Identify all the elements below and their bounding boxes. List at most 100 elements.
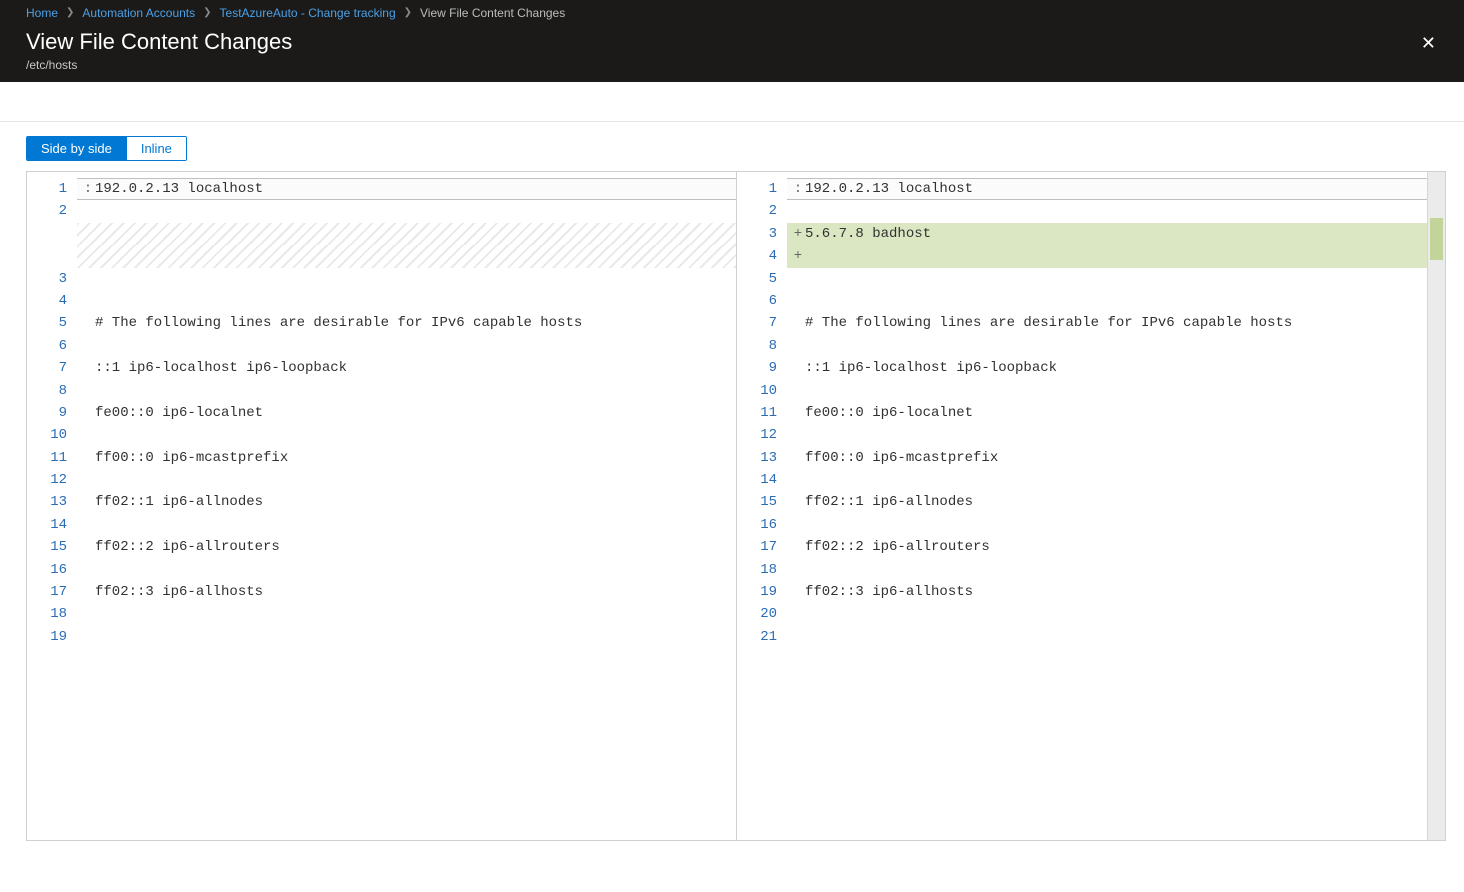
topbar: Home ❯ Automation Accounts ❯ TestAzureAu… — [0, 0, 1464, 82]
right-code-text: # The following lines are desirable for … — [805, 312, 1292, 334]
diff-marker: : — [793, 178, 803, 200]
left-code-text: ff00::0 ip6-mcastprefix — [95, 447, 288, 469]
left-code-row — [77, 335, 736, 357]
left-code-row — [77, 469, 736, 491]
titlebar: View File Content Changes /etc/hosts ✕ — [0, 26, 1464, 82]
tab-side-by-side[interactable]: Side by side — [27, 137, 126, 160]
close-button[interactable]: ✕ — [1413, 26, 1444, 60]
breadcrumb-current: View File Content Changes — [420, 4, 565, 22]
chevron-right-icon: ❯ — [66, 4, 74, 22]
left-code-text: ff02::1 ip6-allnodes — [95, 491, 263, 513]
right-line-number: 8 — [741, 335, 777, 357]
left-line-number: 15 — [31, 536, 67, 558]
right-code-row: # The following lines are desirable for … — [787, 312, 1427, 334]
right-line-number: 7 — [741, 312, 777, 334]
left-code-row: # The following lines are desirable for … — [77, 312, 736, 334]
left-line-number: 3 — [31, 268, 67, 290]
left-line-number: 2 — [31, 200, 67, 222]
right-code[interactable]: :192.0.2.13 localhost+5.6.7.8 badhost+# … — [787, 172, 1427, 840]
right-code-row — [787, 380, 1427, 402]
right-line-number: 10 — [741, 380, 777, 402]
left-line-number: 1 — [31, 178, 67, 200]
right-code-row — [787, 559, 1427, 581]
right-code-text: ::1 ip6-localhost ip6-loopback — [805, 357, 1057, 379]
breadcrumb-change-tracking[interactable]: TestAzureAuto - Change tracking — [220, 4, 396, 22]
right-line-number: 21 — [741, 626, 777, 648]
right-code-text: ff02::2 ip6-allrouters — [805, 536, 990, 558]
left-line-number: 17 — [31, 581, 67, 603]
right-line-number: 4 — [741, 245, 777, 267]
left-code-row: ff02::2 ip6-allrouters — [77, 536, 736, 558]
right-code-row — [787, 514, 1427, 536]
diff-right-pane: 123456789101112131415161718192021 :192.0… — [736, 172, 1445, 840]
right-code-row: ff02::1 ip6-allnodes — [787, 491, 1427, 513]
left-line-number — [31, 245, 67, 267]
right-code-text: fe00::0 ip6-localnet — [805, 402, 973, 424]
left-line-gutter: 12345678910111213141516171819 — [27, 172, 77, 840]
diff-left-pane: 12345678910111213141516171819 :192.0.2.1… — [27, 172, 736, 840]
left-code-row — [77, 514, 736, 536]
left-code-text: ff02::3 ip6-allhosts — [95, 581, 263, 603]
left-line-number: 18 — [31, 603, 67, 625]
right-code-row: + — [787, 245, 1427, 267]
right-line-number: 15 — [741, 491, 777, 513]
left-code-row — [77, 626, 736, 648]
page-title: View File Content Changes — [26, 28, 292, 56]
left-line-number: 13 — [31, 491, 67, 513]
right-code-row: ff00::0 ip6-mcastprefix — [787, 447, 1427, 469]
left-code[interactable]: :192.0.2.13 localhost# The following lin… — [77, 172, 736, 840]
left-line-number: 14 — [31, 514, 67, 536]
right-line-number: 6 — [741, 290, 777, 312]
diff-marker: + — [793, 223, 803, 245]
left-code-row: ff00::0 ip6-mcastprefix — [77, 447, 736, 469]
right-line-number: 14 — [741, 469, 777, 491]
right-code-row: fe00::0 ip6-localnet — [787, 402, 1427, 424]
left-line-number: 5 — [31, 312, 67, 334]
left-code-row — [77, 380, 736, 402]
right-line-number: 5 — [741, 268, 777, 290]
left-code-text: ::1 ip6-localhost ip6-loopback — [95, 357, 347, 379]
right-code-row — [787, 200, 1427, 222]
left-line-number: 10 — [31, 424, 67, 446]
right-code-row — [787, 626, 1427, 648]
chevron-right-icon: ❯ — [203, 4, 211, 22]
toolbar-spacer — [0, 82, 1464, 122]
left-code-row — [77, 603, 736, 625]
left-code-row — [77, 223, 736, 245]
diff-marker: + — [793, 245, 803, 267]
right-line-number: 13 — [741, 447, 777, 469]
breadcrumb-home[interactable]: Home — [26, 4, 58, 22]
left-line-number: 11 — [31, 447, 67, 469]
left-line-number: 19 — [31, 626, 67, 648]
breadcrumb-automation-accounts[interactable]: Automation Accounts — [82, 4, 195, 22]
left-code-row — [77, 200, 736, 222]
left-code-row: ::1 ip6-localhost ip6-loopback — [77, 357, 736, 379]
left-line-number: 7 — [31, 357, 67, 379]
left-code-text: fe00::0 ip6-localnet — [95, 402, 263, 424]
scrollbar-change-marker — [1430, 218, 1443, 260]
diff-scrollbar[interactable] — [1427, 172, 1445, 840]
right-code-row: ff02::3 ip6-allhosts — [787, 581, 1427, 603]
diff-viewer: 12345678910111213141516171819 :192.0.2.1… — [26, 171, 1446, 841]
right-line-number: 18 — [741, 559, 777, 581]
diff-view-toggle: Side by side Inline — [26, 136, 187, 161]
right-code-row — [787, 469, 1427, 491]
left-code-row: fe00::0 ip6-localnet — [77, 402, 736, 424]
left-code-text: # The following lines are desirable for … — [95, 312, 582, 334]
right-line-number: 16 — [741, 514, 777, 536]
right-code-row: ::1 ip6-localhost ip6-loopback — [787, 357, 1427, 379]
right-code-text: ff02::1 ip6-allnodes — [805, 491, 973, 513]
right-code-row — [787, 335, 1427, 357]
diff-marker: : — [83, 178, 93, 200]
right-line-number: 11 — [741, 402, 777, 424]
left-code-row — [77, 268, 736, 290]
page-subtitle: /etc/hosts — [26, 58, 292, 72]
tab-inline[interactable]: Inline — [126, 137, 186, 160]
left-code-text: ff02::2 ip6-allrouters — [95, 536, 280, 558]
right-code-text: ff00::0 ip6-mcastprefix — [805, 447, 998, 469]
chevron-right-icon: ❯ — [404, 4, 412, 22]
left-line-number: 16 — [31, 559, 67, 581]
right-line-number: 9 — [741, 357, 777, 379]
left-code-row — [77, 424, 736, 446]
right-code-row — [787, 268, 1427, 290]
